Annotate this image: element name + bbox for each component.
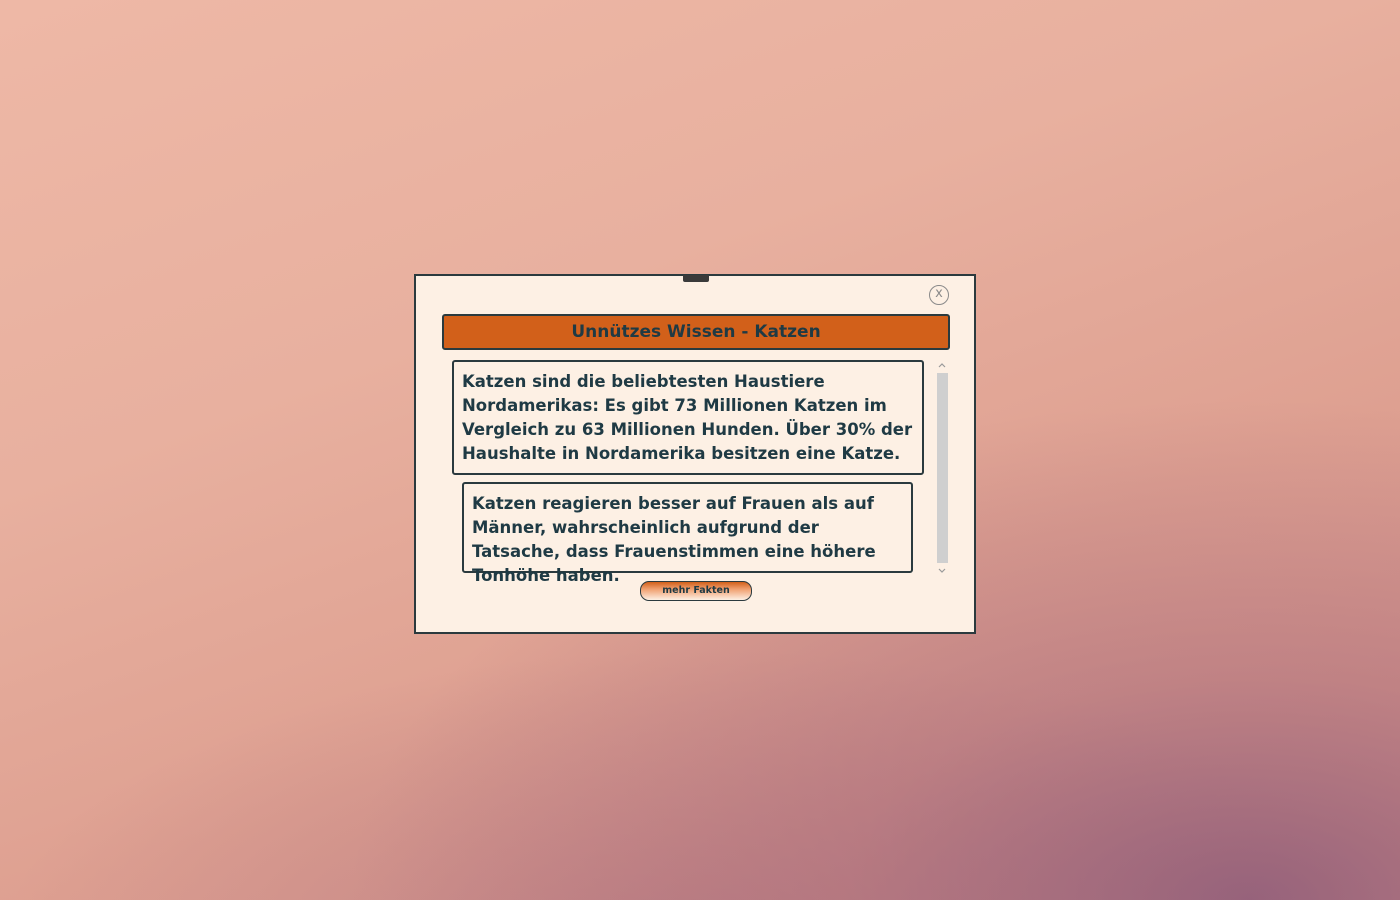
facts-list: Katzen sind die beliebtesten Haustiere N… — [442, 358, 954, 585]
desktop-background: x Unnützes Wissen - Katzen Katzen sind d… — [0, 0, 1400, 900]
more-facts-button[interactable]: mehr Fakten — [640, 581, 752, 601]
scroll-thumb[interactable] — [937, 373, 948, 563]
facts-scrollbar[interactable] — [935, 360, 949, 576]
drag-handle[interactable] — [683, 275, 709, 282]
fact-card: Katzen reagieren besser auf Frauen als a… — [462, 482, 913, 585]
dialog-title: Unnützes Wissen - Katzen — [442, 314, 950, 350]
cat-facts-dialog: x Unnützes Wissen - Katzen Katzen sind d… — [414, 274, 976, 634]
close-button[interactable]: x — [929, 285, 949, 305]
chevron-down-icon[interactable] — [935, 566, 949, 576]
close-icon: x — [935, 286, 943, 301]
chevron-up-icon[interactable] — [935, 360, 949, 370]
fact-card: Katzen sind die beliebtesten Haustiere N… — [452, 360, 924, 475]
